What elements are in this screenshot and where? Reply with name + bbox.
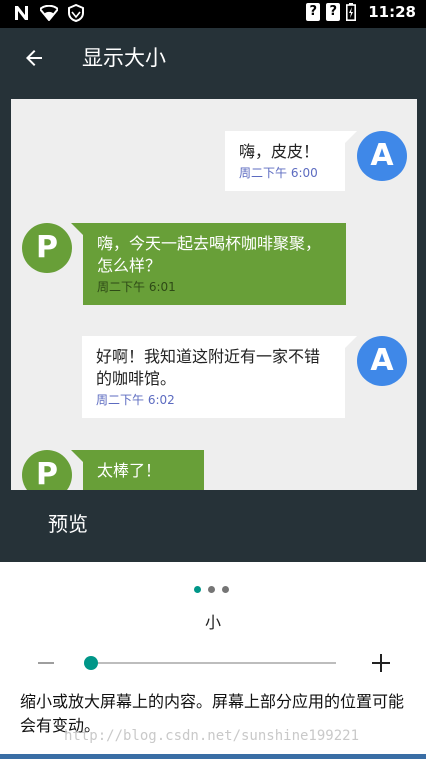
- navigation-bar: [0, 754, 426, 759]
- arrow-back-icon[interactable]: [22, 46, 46, 70]
- status-bar: ? ? 11:28: [0, 0, 426, 28]
- preview-area: A 嗨，皮皮！ 周二下午 6:00 P 嗨，今天一起去喝杯咖啡聚聚，怎么样？ 周…: [0, 90, 426, 562]
- app-bar: 显示大小: [0, 28, 426, 90]
- pager-dot-active[interactable]: [194, 586, 201, 593]
- vpn-shield-icon: [68, 4, 84, 22]
- unknown-sim-icon: ?: [306, 3, 321, 21]
- battery-icon: [346, 3, 357, 21]
- bubble-tail: [345, 131, 357, 143]
- status-time: 11:28: [368, 3, 416, 21]
- pager-indicator: [194, 586, 229, 593]
- message-text: 嗨，今天一起去喝杯咖啡聚聚，怎么样？: [97, 234, 322, 275]
- preview-label: 预览: [48, 512, 88, 536]
- pager-dot[interactable]: [222, 586, 229, 593]
- avatar-a: A: [357, 336, 407, 386]
- message-bubble: 嗨，皮皮！ 周二下午 6:00: [225, 131, 345, 191]
- page-title: 显示大小: [82, 46, 166, 70]
- message-text: 嗨，皮皮！: [239, 142, 320, 161]
- message-time: 周二下午 6:01: [97, 280, 176, 294]
- bubble-tail: [71, 223, 83, 235]
- unknown-sim-icon: ?: [326, 3, 341, 21]
- watermark: http://blog.csdn.net/sunshine199221: [64, 728, 360, 744]
- size-controls: 小 缩小或放大屏幕上的内容。屏幕上部分应用的位置可能会有变动。 http://b…: [0, 562, 426, 759]
- notification-n-icon: [15, 6, 28, 20]
- size-slider-track[interactable]: [90, 662, 336, 664]
- size-label: 小: [204, 613, 221, 632]
- avatar-p: P: [22, 223, 72, 273]
- message-bubble: 嗨，今天一起去喝杯咖啡聚聚，怎么样？ 周二下午 6:01: [83, 223, 346, 305]
- message-time: 周二下午 6:00: [239, 166, 318, 180]
- message-time: 周二下午 6:02: [96, 393, 175, 407]
- wifi-icon: [40, 5, 58, 21]
- plus-icon[interactable]: [372, 654, 390, 672]
- pager-dot[interactable]: [208, 586, 215, 593]
- message-text: 好啊！我知道这附近有一家不错的咖啡馆。: [96, 347, 321, 388]
- message-bubble: 太棒了！: [83, 450, 204, 490]
- bubble-tail: [71, 450, 83, 462]
- avatar-a: A: [357, 131, 407, 181]
- size-slider-thumb[interactable]: [84, 656, 98, 670]
- chat-preview: A 嗨，皮皮！ 周二下午 6:00 P 嗨，今天一起去喝杯咖啡聚聚，怎么样？ 周…: [11, 99, 417, 490]
- message-text: 太棒了！: [97, 461, 162, 480]
- bubble-tail: [345, 336, 357, 348]
- message-bubble: 好啊！我知道这附近有一家不错的咖啡馆。 周二下午 6:02: [82, 336, 345, 418]
- minus-icon[interactable]: [38, 662, 54, 664]
- avatar-p: P: [22, 450, 72, 490]
